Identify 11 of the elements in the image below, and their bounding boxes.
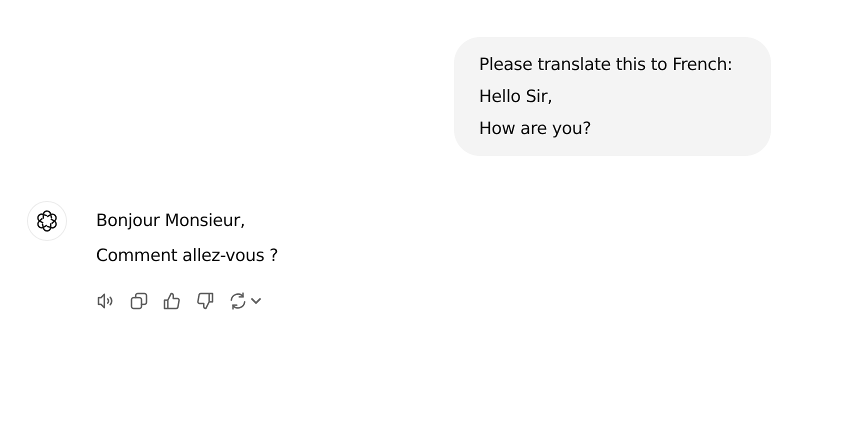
thumbs-up-button[interactable] <box>162 291 182 311</box>
message-text: How are you? <box>479 118 592 141</box>
knot-logo-icon <box>36 210 58 232</box>
refresh-button[interactable] <box>228 291 262 311</box>
reply-text: Comment allez-vous ? <box>96 245 278 268</box>
reply-text: Bonjour Monsieur, <box>96 210 246 233</box>
message-text: Please translate this to French: <box>479 54 734 77</box>
message-text: Hello Sir, <box>479 86 554 109</box>
copy-button[interactable] <box>129 291 149 311</box>
caret-icon[interactable] <box>250 295 262 307</box>
thumbs-down-button[interactable] <box>195 291 215 311</box>
